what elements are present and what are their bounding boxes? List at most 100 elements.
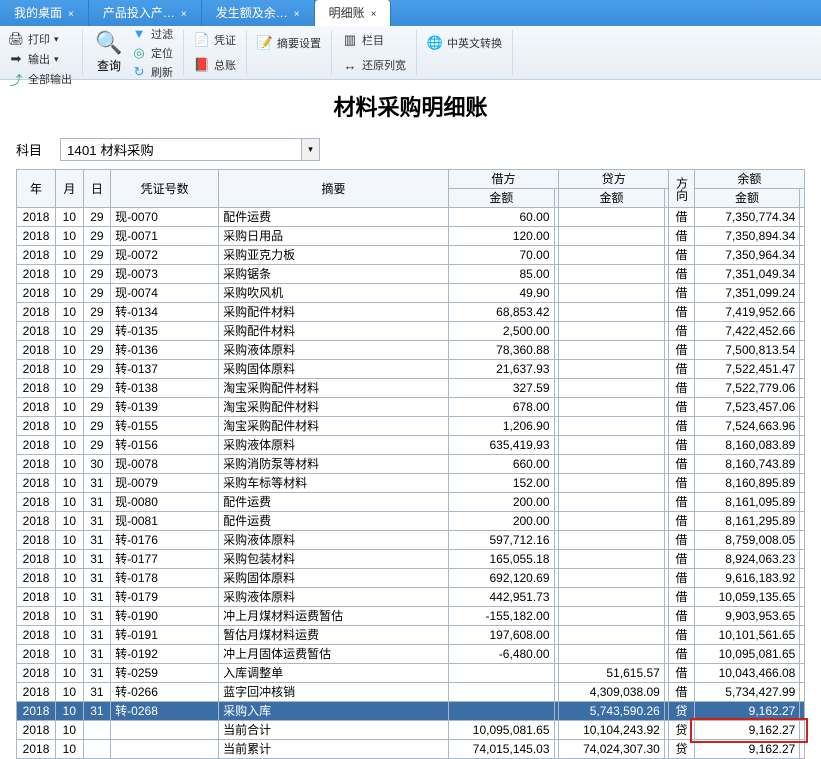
table-row[interactable]: 201810当前合计10,095,081.6510,104,243.92贷9,1… [17, 721, 805, 740]
cell-dr: 60.00 [448, 208, 554, 227]
query-button[interactable]: 🔍查询 [91, 29, 127, 76]
table-row[interactable]: 20181029转-0139淘宝采购配件材料678.00借7,523,457.0… [17, 398, 805, 417]
table-row[interactable]: 20181031现-0081配件运费200.00借8,161,295.89 [17, 512, 805, 531]
subject-input[interactable] [60, 138, 320, 161]
table-row[interactable]: 20181031转-0179采购液体原料442,951.73借10,059,13… [17, 588, 805, 607]
cell-sp [800, 322, 805, 341]
column-button[interactable]: ▥栏目 [340, 31, 408, 49]
close-icon[interactable]: × [68, 9, 74, 20]
cell-month: 10 [56, 664, 84, 683]
table-row[interactable]: 20181031转-0190冲上月煤材料运费暂估-155,182.00借9,90… [17, 607, 805, 626]
cell-day: 29 [83, 360, 111, 379]
summary-set-button[interactable]: 📝摘要设置 [255, 34, 323, 52]
cell-dr: 10,095,081.65 [448, 721, 554, 740]
col-summary[interactable]: 摘要 [219, 170, 449, 208]
col-vno[interactable]: 凭证号数 [111, 170, 219, 208]
cell-summary: 当前合计 [219, 721, 449, 740]
cell-month: 10 [56, 417, 84, 436]
tab-明细账[interactable]: 明细账× [315, 0, 392, 26]
table-row[interactable]: 20181029现-0074采购吹风机49.90借7,351,099.24 [17, 284, 805, 303]
cell-summary: 采购液体原料 [219, 531, 449, 550]
cell-bal: 7,422,452.66 [694, 322, 800, 341]
cell-dr: 200.00 [448, 493, 554, 512]
table-row[interactable]: 20181029转-0134采购配件材料68,853.42借7,419,952.… [17, 303, 805, 322]
cell-vno: 转-0190 [111, 607, 219, 626]
output-all-button[interactable]: ⤴全部输出 [6, 70, 74, 88]
chevron-down-icon[interactable]: ▾ [301, 139, 319, 160]
close-icon[interactable]: × [181, 9, 187, 20]
table-row[interactable]: 201810当前累计74,015,145.0374,024,307.30贷9,1… [17, 740, 805, 759]
refresh-icon: ↻ [131, 64, 147, 80]
reset-width-button[interactable]: ↔还原列宽 [340, 56, 408, 74]
table-row[interactable]: 20181029现-0073采购锯条85.00借7,351,049.34 [17, 265, 805, 284]
table-row[interactable]: 20181029转-0136采购液体原料78,360.88借7,500,813.… [17, 341, 805, 360]
col-cr[interactable]: 贷方 [559, 170, 669, 189]
cell-dr: 327.59 [448, 379, 554, 398]
table-row[interactable]: 20181029现-0070配件运费60.00借7,350,774.34 [17, 208, 805, 227]
cell-dir: 贷 [669, 740, 694, 759]
cell-summary: 淘宝采购配件材料 [219, 417, 449, 436]
toolbar: 🖨打印 ▾ ➡输出 ▾ ⤴全部输出 🔍查询 ▼过滤 ◎定位 ↻刷新 📄凭证 📕总… [0, 26, 821, 80]
cell-day: 31 [83, 569, 111, 588]
cell-sp [800, 303, 805, 322]
col-year[interactable]: 年 [17, 170, 56, 208]
tab-发生额及余…[interactable]: 发生额及余…× [202, 0, 315, 26]
col-month[interactable]: 月 [56, 170, 84, 208]
refresh-button[interactable]: ↻刷新 [129, 63, 175, 81]
cell-vno: 转-0156 [111, 436, 219, 455]
col-dir[interactable]: 方向 [669, 170, 694, 208]
export-button[interactable]: ➡输出 ▾ [6, 50, 74, 68]
cell-bal: 7,351,049.34 [694, 265, 800, 284]
cell-cr [559, 474, 665, 493]
lang-toggle-button[interactable]: 🌐中英文转换 [425, 34, 504, 52]
col-day[interactable]: 日 [83, 170, 111, 208]
table-row[interactable]: 20181030现-0078采购消防泵等材料660.00借8,160,743.8… [17, 455, 805, 474]
close-icon[interactable]: × [371, 9, 377, 20]
cell-year: 2018 [17, 626, 56, 645]
print-button[interactable]: 🖨打印 ▾ [6, 30, 74, 48]
table-row[interactable]: 20181031现-0080配件运费200.00借8,161,095.89 [17, 493, 805, 512]
col-cr-amt[interactable]: 金额 [559, 189, 665, 208]
table-row[interactable]: 20181031转-0192冲上月固体运费暂估-6,480.00借10,095,… [17, 645, 805, 664]
col-dr[interactable]: 借方 [448, 170, 558, 189]
locate-button[interactable]: ◎定位 [129, 44, 175, 62]
cell-vno: 转-0266 [111, 683, 219, 702]
cell-year: 2018 [17, 436, 56, 455]
cell-month: 10 [56, 436, 84, 455]
table-row[interactable]: 20181029转-0155淘宝采购配件材料1,206.90借7,524,663… [17, 417, 805, 436]
cell-month: 10 [56, 246, 84, 265]
table-row[interactable]: 20181029转-0138淘宝采购配件材料327.59借7,522,779.0… [17, 379, 805, 398]
cell-cr: 51,615.57 [559, 664, 665, 683]
table-row[interactable]: 20181031转-0268采购入库5,743,590.26贷9,162.27 [17, 702, 805, 721]
tab-产品投入产…[interactable]: 产品投入产…× [89, 0, 202, 26]
col-bal-amt[interactable]: 金额 [694, 189, 800, 208]
table-row[interactable]: 20181031转-0259入库调整单51,615.57借10,043,466.… [17, 664, 805, 683]
close-icon[interactable]: × [294, 9, 300, 20]
cell-dr: 2,500.00 [448, 322, 554, 341]
table-row[interactable]: 20181029现-0072采购亚克力板70.00借7,350,964.34 [17, 246, 805, 265]
table-row[interactable]: 20181029现-0071采购日用品120.00借7,350,894.34 [17, 227, 805, 246]
cell-summary: 蓝字回冲核销 [219, 683, 449, 702]
table-row[interactable]: 20181031转-0191暂估月煤材料运费197,608.00借10,101,… [17, 626, 805, 645]
table-row[interactable]: 20181029转-0135采购配件材料2,500.00借7,422,452.6… [17, 322, 805, 341]
tab-我的桌面[interactable]: 我的桌面× [0, 0, 89, 26]
table-row[interactable]: 20181031转-0178采购固体原料692,120.69借9,616,183… [17, 569, 805, 588]
subject-select[interactable]: ▾ [60, 138, 320, 161]
table-row[interactable]: 20181031现-0079采购车标等材料152.00借8,160,895.89 [17, 474, 805, 493]
table-row[interactable]: 20181029转-0156采购液体原料635,419.93借8,160,083… [17, 436, 805, 455]
cell-summary: 采购固体原料 [219, 569, 449, 588]
table-row[interactable]: 20181031转-0177采购包装材料165,055.18借8,924,063… [17, 550, 805, 569]
filter-button[interactable]: ▼过滤 [129, 25, 175, 43]
cell-vno: 转-0138 [111, 379, 219, 398]
cell-cr [559, 645, 665, 664]
table-row[interactable]: 20181031转-0266蓝字回冲核销4,309,038.09借5,734,4… [17, 683, 805, 702]
gl-button[interactable]: 📕总账 [192, 56, 238, 74]
col-dr-amt[interactable]: 金额 [448, 189, 554, 208]
cell-dir: 借 [669, 626, 694, 645]
cell-year: 2018 [17, 474, 56, 493]
table-row[interactable]: 20181029转-0137采购固体原料21,637.93借7,522,451.… [17, 360, 805, 379]
col-bal[interactable]: 余额 [694, 170, 804, 189]
table-row[interactable]: 20181031转-0176采购液体原料597,712.16借8,759,008… [17, 531, 805, 550]
voucher-button[interactable]: 📄凭证 [192, 31, 238, 49]
cell-year: 2018 [17, 322, 56, 341]
